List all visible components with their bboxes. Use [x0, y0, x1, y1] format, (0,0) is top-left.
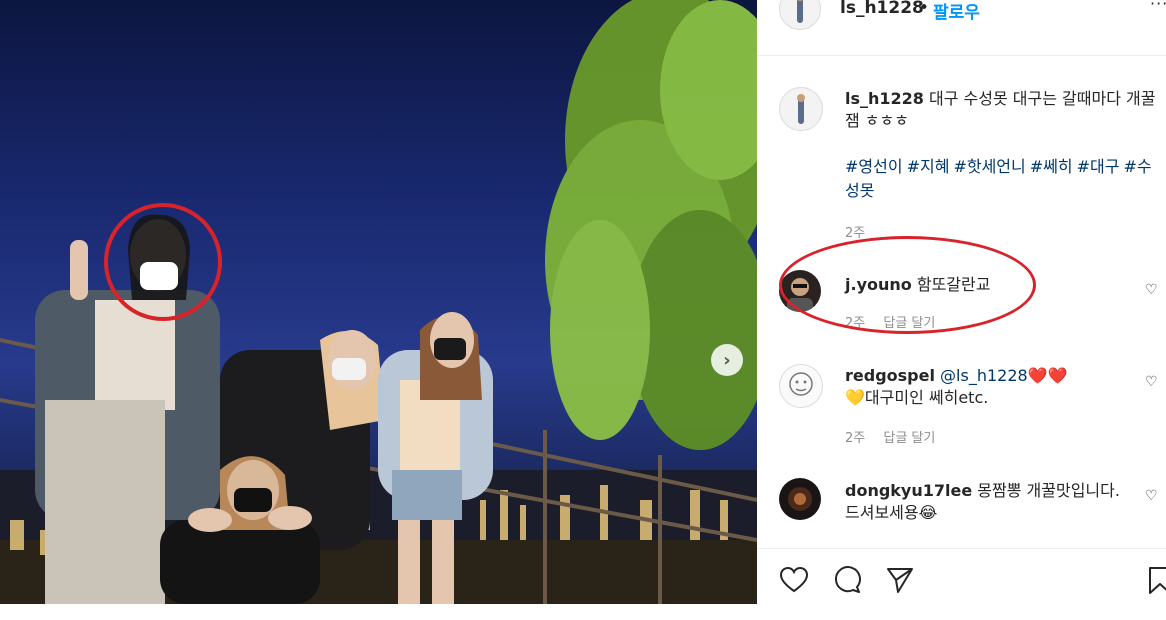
more-options-icon[interactable]: ··· [1150, 0, 1166, 13]
comment-emoji: ❤️❤️ [1027, 366, 1068, 385]
header-username[interactable]: ls_h1228 [840, 0, 924, 18]
reply-button[interactable]: 답글 달기 [883, 431, 935, 446]
comment-avatar[interactable] [779, 364, 823, 408]
hashtag-link[interactable]: #쎄히 [1030, 157, 1073, 176]
action-bar [757, 548, 1166, 620]
follow-button[interactable]: 팔로우 [933, 0, 980, 23]
heart-outline-icon[interactable]: ♡ [1145, 488, 1158, 504]
hashtag-link[interactable]: #지혜 [907, 157, 950, 176]
comment-highlight-circle [779, 236, 1036, 334]
post-caption: ls_h1228 대구 수성못 대구는 갈때마다 개꿀잼 ㅎㅎㅎ [845, 88, 1163, 132]
heart-outline-icon[interactable]: ♡ [1145, 282, 1158, 298]
willow-tree [545, 0, 757, 450]
comment-mention[interactable]: @ls_h1228 [940, 366, 1028, 385]
comment-body: redgospel @ls_h1228❤️❤️ 💛대구미인 쎄히etc. [845, 365, 1135, 409]
separator-dot: • [919, 0, 930, 18]
post-photo: › [0, 0, 757, 604]
caption-avatar[interactable] [779, 87, 823, 131]
comment-icon[interactable] [832, 565, 862, 595]
comment-time: 2주 [845, 431, 866, 446]
hashtag-link[interactable]: #대구 [1077, 157, 1120, 176]
photo-illustration [0, 0, 757, 604]
heart-outline-icon[interactable]: ♡ [1145, 374, 1158, 390]
comment-meta: 2주 답글 달기 [845, 427, 949, 446]
comment-avatar[interactable] [779, 478, 821, 520]
next-photo-button[interactable]: › [711, 344, 743, 376]
caption-username[interactable]: ls_h1228 [845, 89, 924, 108]
comment-username[interactable]: dongkyu17lee [845, 481, 972, 500]
chevron-right-icon: › [723, 349, 731, 371]
bookmark-icon[interactable] [1145, 565, 1166, 595]
hashtag-list: #영선이 #지혜 #핫세언니 #쎄히 #대구 #수성못 [845, 155, 1163, 203]
share-icon[interactable] [885, 565, 915, 595]
comment-text: 💛대구미인 쎄히etc. [845, 388, 989, 407]
avatar[interactable] [779, 0, 821, 30]
post-header: ls_h1228 • 팔로우 ··· [757, 0, 1166, 56]
heart-icon[interactable] [779, 565, 809, 595]
hashtag-link[interactable]: #핫세언니 [953, 157, 1025, 176]
comment-username[interactable]: redgospel [845, 366, 935, 385]
hashtag-link[interactable]: #영선이 [845, 157, 903, 176]
comment-body: dongkyu17lee 몽짬뽕 개꿀맛입니다. 드셔보세용😂 [845, 480, 1135, 524]
